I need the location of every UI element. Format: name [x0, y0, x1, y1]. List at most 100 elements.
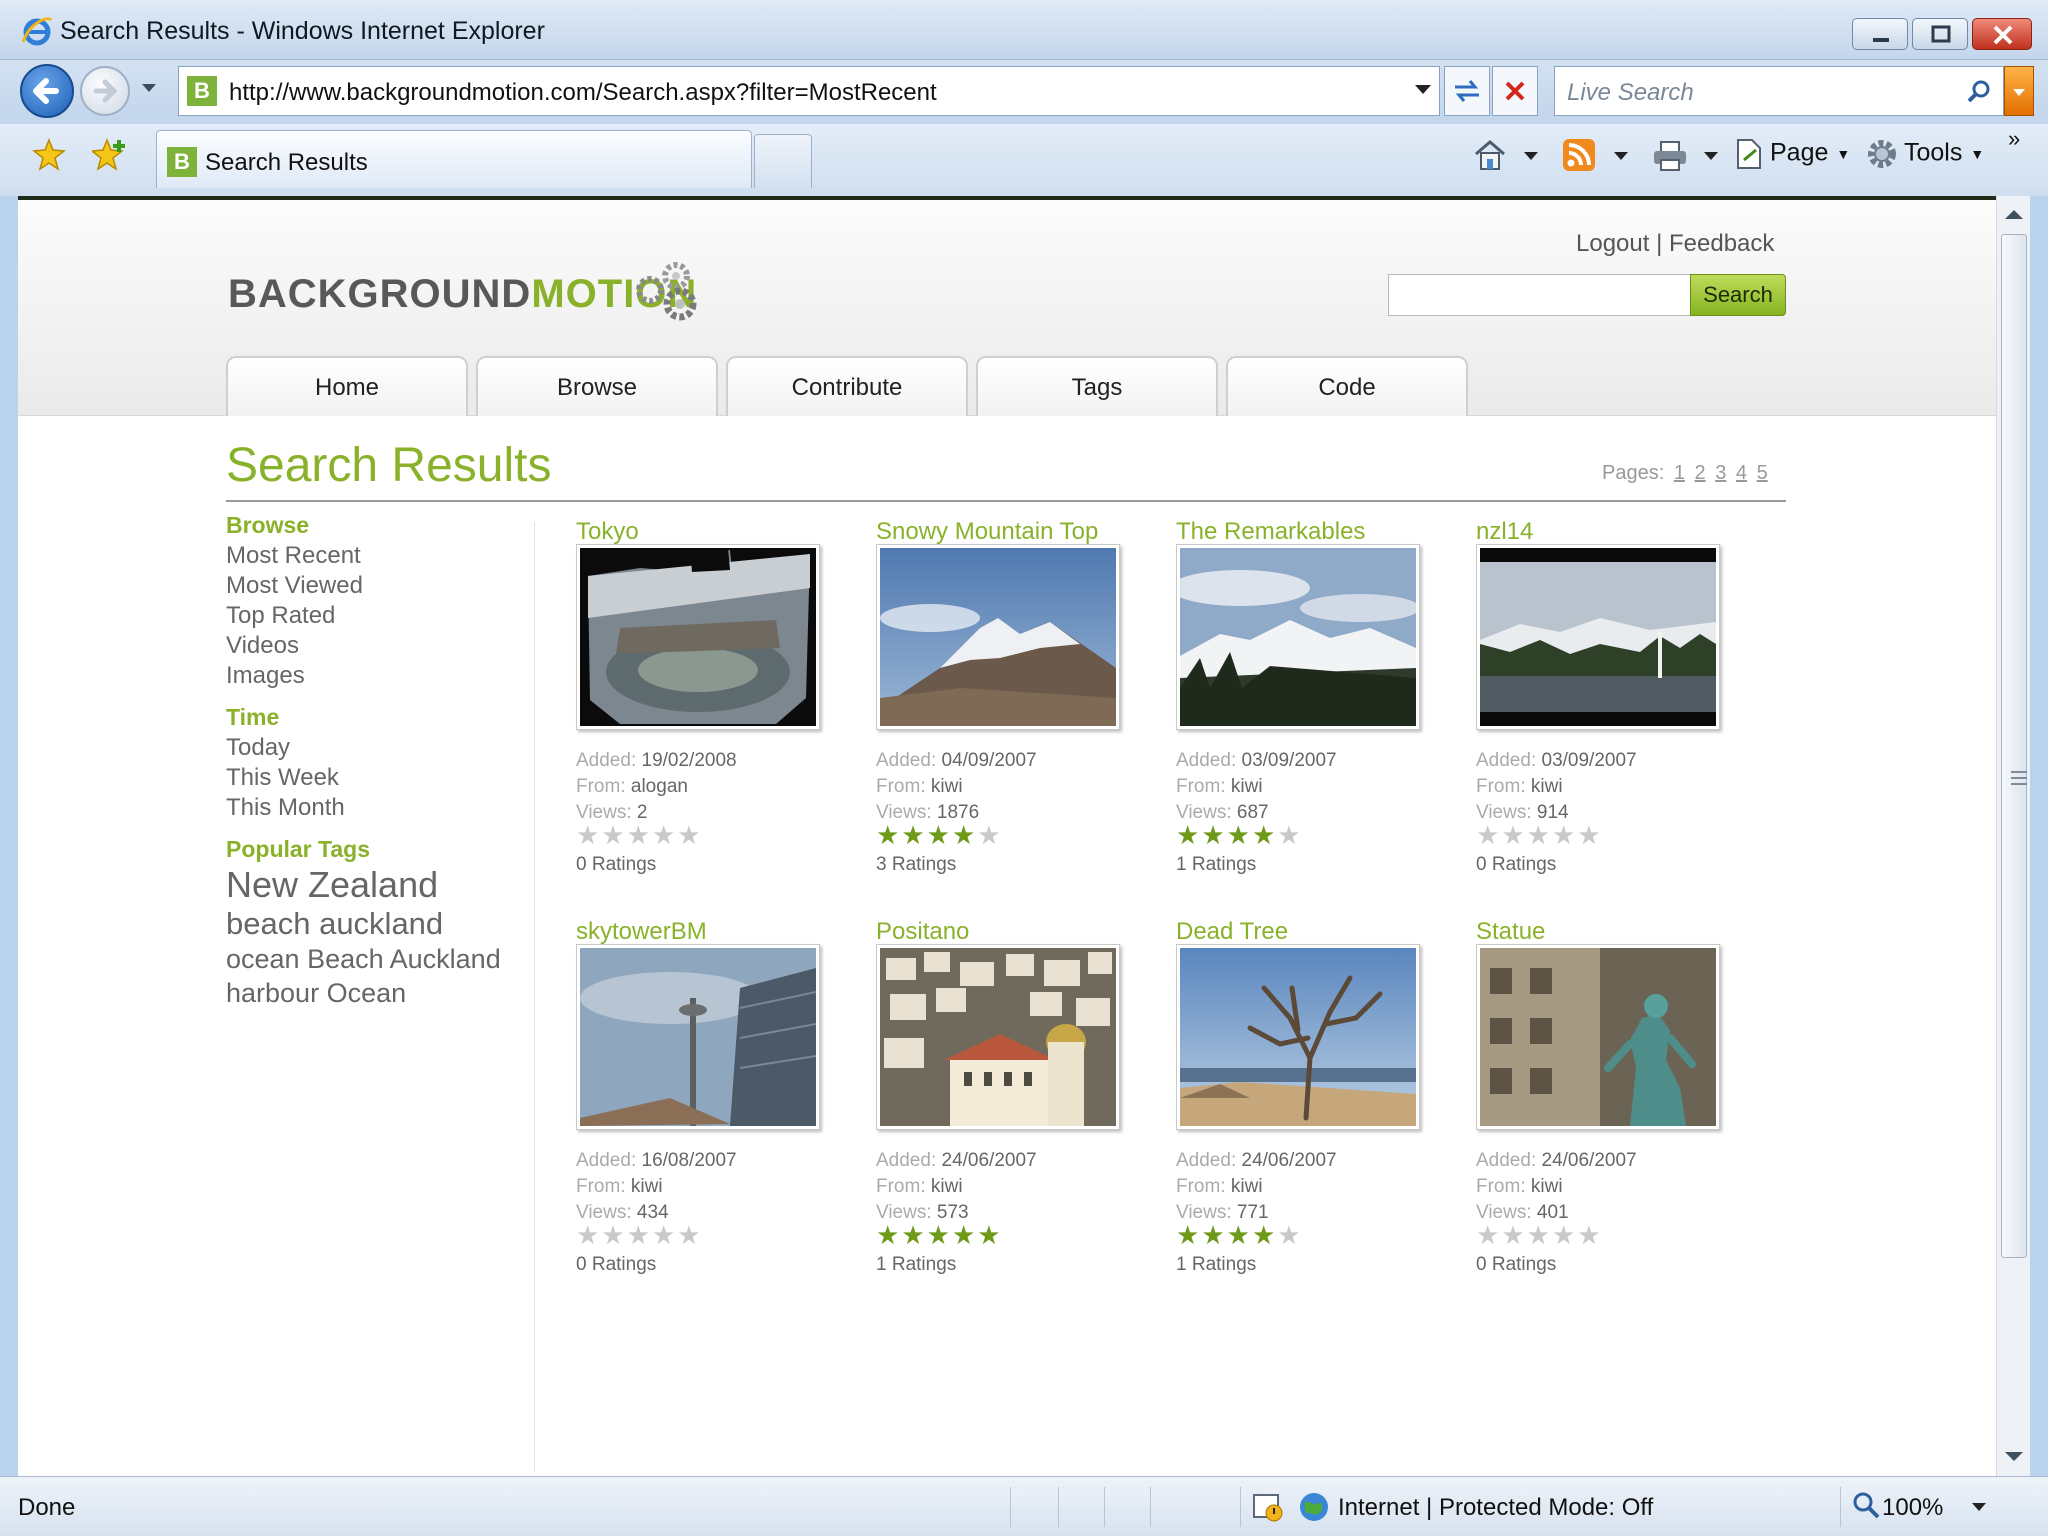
tag-link-ocean-beach-auckland[interactable]: ocean Beach Auckland	[226, 944, 501, 975]
feedback-link[interactable]: Feedback	[1669, 230, 1774, 257]
page-link-3[interactable]: 3	[1715, 462, 1726, 484]
star-rating[interactable]: ★★★★★	[576, 820, 703, 851]
star-icon[interactable]: ★	[1277, 820, 1302, 850]
star-rating[interactable]: ★★★★★	[576, 1220, 703, 1251]
from-value[interactable]: kiwi	[1231, 776, 1263, 797]
result-title-link[interactable]: Snowy Mountain Top	[876, 518, 1098, 546]
page-link-1[interactable]: 1	[1674, 462, 1685, 484]
refresh-button[interactable]	[1444, 66, 1490, 116]
sidebar-link-this-month[interactable]: This Month	[226, 794, 345, 822]
star-icon[interactable]: ★	[1577, 1220, 1602, 1250]
new-tab-button[interactable]	[754, 134, 812, 188]
star-icon[interactable]: ★	[677, 1220, 702, 1250]
stop-button[interactable]	[1492, 66, 1538, 116]
favorites-star-icon[interactable]	[32, 138, 66, 172]
star-icon[interactable]: ★	[1176, 1220, 1201, 1250]
result-title-link[interactable]: Statue	[1476, 918, 1545, 946]
nav-tab-code[interactable]: Code	[1226, 356, 1468, 416]
from-value[interactable]: kiwi	[1231, 1176, 1263, 1197]
print-dropdown-icon[interactable]	[1704, 152, 1718, 162]
star-icon[interactable]: ★	[1476, 820, 1501, 850]
scrollbar-thumb[interactable]	[2001, 234, 2027, 1258]
home-dropdown-icon[interactable]	[1524, 152, 1538, 162]
star-icon[interactable]: ★	[952, 820, 977, 850]
close-button[interactable]	[1972, 18, 2032, 50]
star-icon[interactable]: ★	[901, 820, 926, 850]
star-icon[interactable]: ★	[576, 1220, 601, 1250]
live-search-input[interactable]: Live Search	[1554, 66, 2004, 116]
star-rating[interactable]: ★★★★★	[876, 820, 1003, 851]
star-icon[interactable]: ★	[1227, 820, 1252, 850]
page-link-2[interactable]: 2	[1695, 462, 1706, 484]
address-dropdown-icon[interactable]	[1415, 85, 1431, 95]
star-icon[interactable]: ★	[627, 820, 652, 850]
result-thumbnail[interactable]	[1476, 544, 1720, 730]
sidebar-link-images[interactable]: Images	[226, 662, 305, 690]
scroll-down-arrow-icon[interactable]	[2005, 1452, 2023, 1461]
zoom-level[interactable]: 100%	[1882, 1494, 1943, 1522]
page-link-4[interactable]: 4	[1736, 462, 1747, 484]
result-thumbnail[interactable]	[576, 544, 820, 730]
star-icon[interactable]: ★	[576, 820, 601, 850]
star-rating[interactable]: ★★★★★	[1476, 820, 1603, 851]
star-rating[interactable]: ★★★★★	[1176, 820, 1303, 851]
star-rating[interactable]: ★★★★★	[1176, 1220, 1303, 1251]
result-title-link[interactable]: Positano	[876, 918, 969, 946]
result-title-link[interactable]: nzl14	[1476, 518, 1533, 546]
print-icon[interactable]	[1652, 140, 1688, 172]
zoom-dropdown-icon[interactable]	[1972, 1503, 1986, 1513]
star-rating[interactable]: ★★★★★	[876, 1220, 1003, 1251]
nav-tab-home[interactable]: Home	[226, 356, 468, 416]
sidebar-link-videos[interactable]: Videos	[226, 632, 299, 660]
star-icon[interactable]: ★	[952, 1220, 977, 1250]
star-icon[interactable]: ★	[1501, 820, 1526, 850]
result-thumbnail[interactable]	[1476, 944, 1720, 1130]
star-icon[interactable]: ★	[1577, 820, 1602, 850]
star-icon[interactable]: ★	[627, 1220, 652, 1250]
more-commands-chevron-icon[interactable]: »	[2008, 126, 2020, 166]
recent-pages-dropdown-icon[interactable]	[142, 84, 156, 94]
tools-menu[interactable]: Tools ▼	[1866, 138, 1984, 178]
star-icon[interactable]: ★	[1252, 820, 1277, 850]
scroll-up-arrow-icon[interactable]	[2005, 210, 2023, 219]
star-icon[interactable]: ★	[1552, 1220, 1577, 1250]
search-options-button[interactable]	[2004, 66, 2034, 116]
nav-tab-contribute[interactable]: Contribute	[726, 356, 968, 416]
result-title-link[interactable]: The Remarkables	[1176, 518, 1365, 546]
sidebar-link-top-rated[interactable]: Top Rated	[226, 602, 335, 630]
nav-tab-browse[interactable]: Browse	[476, 356, 718, 416]
star-icon[interactable]: ★	[1176, 820, 1201, 850]
star-icon[interactable]: ★	[1527, 820, 1552, 850]
sidebar-link-today[interactable]: Today	[226, 734, 290, 762]
result-thumbnail[interactable]	[876, 544, 1120, 730]
site-search-input[interactable]	[1388, 274, 1690, 316]
result-thumbnail[interactable]	[576, 944, 820, 1130]
result-thumbnail[interactable]	[1176, 544, 1420, 730]
star-icon[interactable]: ★	[901, 1220, 926, 1250]
security-zone[interactable]: Internet | Protected Mode: Off	[1338, 1494, 1653, 1522]
minimize-button[interactable]	[1852, 18, 1908, 50]
site-logo[interactable]: BACKGROUNDMOTION	[228, 272, 697, 317]
feeds-dropdown-icon[interactable]	[1614, 152, 1628, 162]
result-title-link[interactable]: skytowerBM	[576, 918, 707, 946]
page-menu[interactable]: Page ▼	[1734, 138, 1850, 178]
from-value[interactable]: kiwi	[931, 1176, 963, 1197]
star-icon[interactable]: ★	[1476, 1220, 1501, 1250]
star-icon[interactable]: ★	[1527, 1220, 1552, 1250]
home-icon[interactable]	[1472, 138, 1508, 172]
page-link-5[interactable]: 5	[1757, 462, 1768, 484]
add-favorite-icon[interactable]	[92, 138, 128, 172]
popup-blocker-icon[interactable]	[1252, 1491, 1284, 1523]
star-icon[interactable]: ★	[927, 820, 952, 850]
vertical-scrollbar[interactable]	[1996, 196, 2030, 1476]
result-thumbnail[interactable]	[1176, 944, 1420, 1130]
tag-link-beach-auckland[interactable]: beach auckland	[226, 906, 443, 942]
star-icon[interactable]: ★	[601, 820, 626, 850]
feeds-icon[interactable]	[1562, 138, 1596, 172]
star-icon[interactable]: ★	[1201, 820, 1226, 850]
star-icon[interactable]: ★	[1501, 1220, 1526, 1250]
result-title-link[interactable]: Dead Tree	[1176, 918, 1288, 946]
site-search-button[interactable]: Search	[1690, 274, 1786, 316]
star-icon[interactable]: ★	[1201, 1220, 1226, 1250]
maximize-button[interactable]	[1912, 18, 1968, 50]
